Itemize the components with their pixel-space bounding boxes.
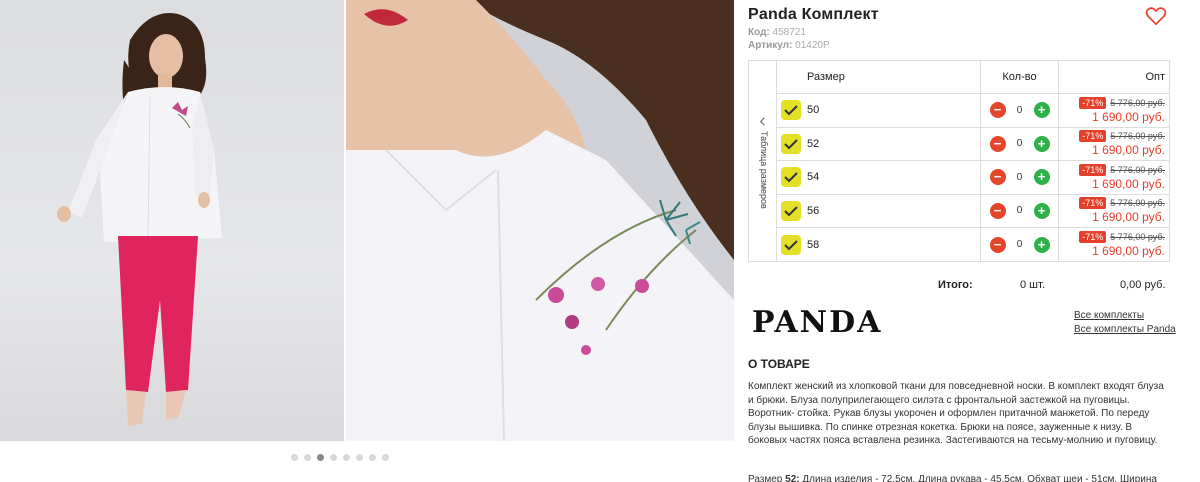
discount-badge: -71% <box>1079 96 1107 109</box>
minus-icon[interactable]: − <box>989 169 1006 186</box>
chevron-left-icon <box>759 117 765 126</box>
row-size: 50 <box>805 94 981 127</box>
row-price: -71% 5 776,00 руб. 1 690,00 руб. <box>1059 195 1169 228</box>
new-price: 1 690,00 руб. <box>1092 176 1165 191</box>
product-article-value: 01420P <box>795 40 830 51</box>
gallery-dot[interactable] <box>330 454 337 461</box>
qty-stepper: −0 + <box>981 161 1059 194</box>
brand-logo[interactable]: PANDA <box>752 305 882 340</box>
old-price: 5 776,00 руб. <box>1110 198 1165 209</box>
row-size: 56 <box>805 194 981 227</box>
new-price: 1 690,00 руб. <box>1092 244 1165 259</box>
qty-stepper: −0 + <box>981 94 1059 127</box>
new-price: 1 690,00 руб. <box>1092 210 1165 225</box>
qty-value[interactable]: 0 <box>1006 105 1034 116</box>
size-table-tab-label: Таблица размеров <box>759 131 769 209</box>
about-text: Комплект женский из хлопковой ткани для … <box>748 381 1164 446</box>
old-price: 5 776,00 руб. <box>1110 97 1165 108</box>
row-price: -71% 5 776,00 руб. 1 690,00 руб. <box>1059 94 1169 127</box>
gallery-dot[interactable] <box>356 454 363 461</box>
discount-badge: -71% <box>1079 197 1107 210</box>
check-icon[interactable] <box>781 167 801 188</box>
gallery-dot[interactable] <box>291 454 298 461</box>
size-bold: 52: <box>785 474 800 482</box>
check-icon[interactable] <box>781 133 801 154</box>
check-icon[interactable] <box>781 100 801 121</box>
plus-icon[interactable]: + <box>1033 202 1050 219</box>
qty-value[interactable]: 0 <box>1006 172 1034 183</box>
table-row: 58−0 + -71% 5 776,00 руб. 1 690,00 руб. <box>777 228 1169 262</box>
product-code-value: 458721 <box>772 27 806 38</box>
qty-value[interactable]: 0 <box>1006 205 1034 216</box>
row-price: -71% 5 776,00 руб. 1 690,00 руб. <box>1059 128 1169 161</box>
table-header: Размер Кол-во Опт <box>777 61 1169 94</box>
product-code-label: Код: <box>748 27 770 38</box>
product-info: Panda Комплект Код: 458721 Артикул: 0142… <box>748 0 1200 482</box>
new-price: 1 690,00 руб. <box>1092 143 1165 158</box>
plus-icon[interactable]: + <box>1033 236 1050 253</box>
size-line-text: Длина изделия - 72,5см. Длина рукава - 4… <box>802 474 1157 482</box>
check-icon[interactable] <box>781 234 801 255</box>
gallery-pagination <box>291 454 389 461</box>
size-measurements: Размер 52: Длина изделия - 72,5см. Длина… <box>748 474 1188 482</box>
total-qty: 0 шт. <box>1020 279 1045 291</box>
new-price: 1 690,00 руб. <box>1092 109 1165 124</box>
product-article: Артикул: 01420P <box>748 40 830 51</box>
minus-icon[interactable]: − <box>989 236 1006 253</box>
header-price: Опт <box>1145 71 1165 83</box>
size-price-table: Таблица размеров Размер Кол-во Опт 50−0 +… <box>748 60 1170 262</box>
gallery-dot[interactable] <box>343 454 350 461</box>
product-code: Код: 458721 <box>748 27 806 38</box>
total-label: Итого: <box>938 279 973 291</box>
gallery-dot[interactable] <box>317 454 324 461</box>
table-row: 50−0 + -71% 5 776,00 руб. 1 690,00 руб. <box>777 94 1169 128</box>
table-row: 56−0 + -71% 5 776,00 руб. 1 690,00 руб. <box>777 194 1169 228</box>
product-photo-detail[interactable] <box>346 0 734 441</box>
old-price: 5 776,00 руб. <box>1110 164 1165 175</box>
qty-stepper: −0 + <box>981 228 1059 262</box>
qty-stepper: −0 + <box>981 127 1059 160</box>
gallery-dot[interactable] <box>304 454 311 461</box>
header-size: Размер <box>805 61 981 93</box>
minus-icon[interactable]: − <box>989 202 1006 219</box>
row-size: 54 <box>805 161 981 194</box>
table-row: 54−0 + -71% 5 776,00 руб. 1 690,00 руб. <box>777 161 1169 195</box>
old-price: 5 776,00 руб. <box>1110 232 1165 243</box>
qty-stepper: −0 + <box>981 194 1059 227</box>
qty-value[interactable]: 0 <box>1006 138 1034 149</box>
table-row: 52−0 + -71% 5 776,00 руб. 1 690,00 руб. <box>777 127 1169 161</box>
size-prefix: Размер <box>748 474 783 482</box>
product-article-label: Артикул: <box>748 40 793 51</box>
total-sum: 0,00 руб. <box>1120 279 1166 291</box>
size-grid: Размер Кол-во Опт 50−0 + -71% 5 776,00 руб.… <box>777 61 1169 262</box>
all-panda-sets-link[interactable]: Все комплекты Panda <box>1074 324 1176 335</box>
row-price: -71% 5 776,00 руб. 1 690,00 руб. <box>1059 161 1169 194</box>
gallery-dot[interactable] <box>369 454 376 461</box>
discount-badge: -71% <box>1079 231 1107 244</box>
plus-icon[interactable]: + <box>1033 169 1050 186</box>
product-gallery <box>0 0 734 482</box>
minus-icon[interactable]: − <box>989 135 1006 152</box>
row-size: 58 <box>805 228 981 262</box>
row-size: 52 <box>805 127 981 160</box>
plus-icon[interactable]: + <box>1033 135 1050 152</box>
row-price: -71% 5 776,00 руб. 1 690,00 руб. <box>1059 228 1169 262</box>
qty-value[interactable]: 0 <box>1006 239 1034 250</box>
minus-icon[interactable]: − <box>989 102 1006 119</box>
about-heading: О ТОВАРЕ <box>748 357 810 371</box>
all-sets-link[interactable]: Все комплекты <box>1074 310 1144 321</box>
check-icon[interactable] <box>781 200 801 221</box>
discount-badge: -71% <box>1079 130 1107 143</box>
discount-badge: -71% <box>1079 163 1107 176</box>
size-table-tab[interactable]: Таблица размеров <box>749 61 777 261</box>
old-price: 5 776,00 руб. <box>1110 131 1165 142</box>
heart-icon[interactable] <box>1145 6 1167 26</box>
header-qty: Кол-во <box>981 61 1059 93</box>
gallery-dot[interactable] <box>382 454 389 461</box>
product-title: Panda Комплект <box>748 6 879 23</box>
product-photo-full-outfit[interactable] <box>0 0 344 441</box>
plus-icon[interactable]: + <box>1033 102 1050 119</box>
